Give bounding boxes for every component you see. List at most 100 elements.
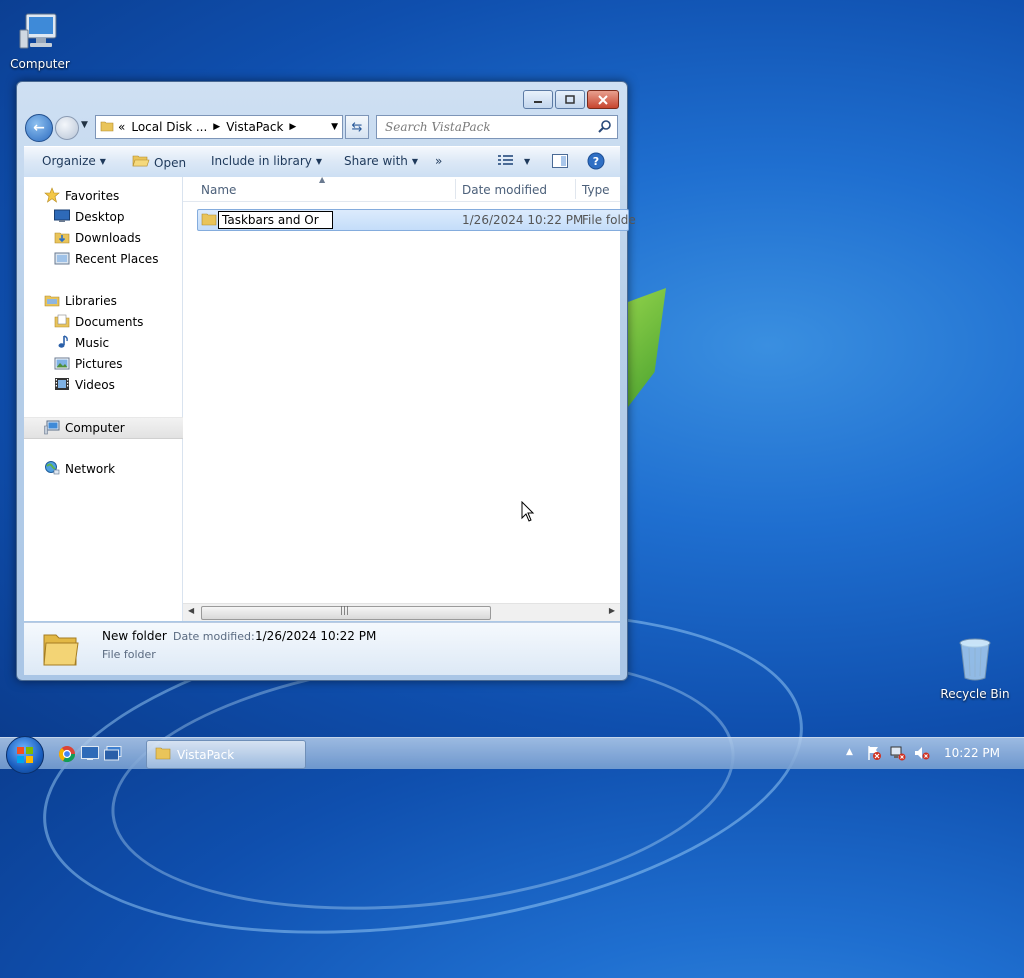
mouse-cursor-icon (521, 501, 535, 522)
column-date-modified[interactable]: Date modified (462, 183, 547, 197)
minimize-button[interactable] (523, 90, 553, 109)
desktop-icon (54, 209, 70, 226)
dropdown-caret-icon: ▼ (99, 156, 106, 166)
svg-text:?: ? (593, 155, 599, 168)
nav-network[interactable]: Network (24, 459, 202, 479)
preview-pane-button[interactable] (552, 154, 568, 171)
search-placeholder: Search VistaPack (385, 120, 491, 134)
nav-computer[interactable]: Computer (24, 417, 202, 439)
details-item-kind: File folder (102, 648, 156, 661)
taskbar: VistaPack ▲ 10:22 PM (0, 736, 1024, 774)
breadcrumb-local-disk[interactable]: Local Disk ... (131, 120, 207, 134)
help-icon: ? (587, 152, 605, 173)
taskbar-item-label: VistaPack (177, 747, 235, 762)
window-body: Favorites Desktop Downloads Recent Place… (24, 175, 636, 621)
details-date-label: Date modified: (173, 630, 255, 643)
search-box[interactable]: Search VistaPack (376, 115, 618, 139)
volume-muted-icon[interactable] (914, 745, 930, 764)
chrome-icon[interactable] (58, 745, 76, 766)
details-pane: New folder Date modified: 1/26/2024 10:2… (24, 622, 620, 675)
nav-videos-label: Videos (75, 378, 115, 392)
column-header-row: ▲ Name Date modified Type (183, 175, 620, 202)
column-type[interactable]: Type (582, 183, 610, 197)
breadcrumb-separator-icon[interactable]: ▶ (289, 122, 296, 132)
forward-button[interactable] (55, 116, 79, 140)
file-list: ▲ Name Date modified Type Taskbars and O… (183, 175, 636, 621)
change-view-button[interactable]: ▼ (498, 154, 530, 169)
switch-windows-icon[interactable] (104, 746, 122, 764)
organize-label: Organize (42, 154, 96, 168)
include-in-library-button[interactable]: Include in library ▼ (211, 154, 322, 168)
more-commands-button[interactable]: » (435, 154, 442, 168)
column-divider[interactable] (455, 179, 456, 199)
nav-favorites[interactable]: Favorites (24, 186, 202, 206)
show-desktop-icon[interactable] (81, 746, 99, 764)
breadcrumb-vistapack[interactable]: VistaPack (226, 120, 283, 134)
back-button[interactable]: ← (25, 114, 53, 142)
minimize-icon (534, 100, 542, 103)
desktop-icon-recycle-bin[interactable]: Recycle Bin (935, 636, 1015, 701)
nav-desktop-label: Desktop (75, 210, 125, 224)
command-bar: Organize ▼ Open Include in library ▼ Sha… (24, 146, 620, 178)
search-icon[interactable] (598, 119, 612, 136)
network-status-icon[interactable] (890, 745, 906, 764)
column-name[interactable]: Name (201, 183, 236, 197)
grip-icon: ||| (340, 606, 350, 616)
nav-downloads-label: Downloads (75, 231, 141, 245)
star-icon (44, 186, 60, 206)
organize-button[interactable]: Organize ▼ (42, 154, 106, 168)
horizontal-scrollbar[interactable]: ◀ ||| ▶ (183, 603, 620, 621)
nav-network-label: Network (65, 462, 116, 476)
taskbar-item-vistapack[interactable]: VistaPack (146, 740, 306, 769)
nav-music-label: Music (75, 336, 110, 350)
address-dropdown-icon[interactable]: ▼ (331, 122, 338, 132)
film-strip-icon (54, 376, 70, 395)
help-button[interactable]: ? (587, 152, 605, 173)
network-globe-icon (44, 460, 60, 479)
start-button[interactable] (6, 736, 44, 774)
folder-icon (201, 212, 217, 229)
rename-input[interactable]: Taskbars and Or (218, 211, 333, 229)
open-button[interactable]: Open (132, 154, 186, 171)
share-label: Share with (344, 154, 408, 168)
dropdown-caret-icon[interactable]: ▼ (524, 157, 530, 166)
file-date: 1/26/2024 10:22 PM (462, 213, 584, 227)
action-center-icon[interactable] (866, 745, 882, 764)
downloads-folder-icon (54, 229, 70, 248)
scroll-left-icon[interactable]: ◀ (188, 606, 194, 615)
file-row[interactable]: Taskbars and Or 1/26/2024 10:22 PM File … (197, 209, 636, 231)
navigation-bar: ← ▼ « Local Disk ... ▶ VistaPack ▶ ▼ ⇆ S… (25, 114, 619, 142)
breadcrumb-separator-icon[interactable]: ▶ (213, 122, 220, 132)
desktop-icon-label: Computer (10, 57, 70, 71)
close-button[interactable] (587, 90, 619, 109)
scrollbar-thumb[interactable]: ||| (201, 606, 491, 620)
include-label: Include in library (211, 154, 312, 168)
address-overflow[interactable]: « (118, 120, 125, 134)
close-icon (598, 94, 608, 105)
wallpaper-logo-fragment (628, 288, 666, 407)
nav-pictures-label: Pictures (75, 357, 123, 371)
address-bar[interactable]: « Local Disk ... ▶ VistaPack ▶ ▼ (95, 115, 343, 139)
scroll-right-icon[interactable]: ▶ (609, 606, 615, 615)
nav-documents-label: Documents (75, 315, 144, 329)
computer-icon (0, 10, 80, 55)
large-folder-icon (42, 629, 80, 672)
desktop-icon-computer[interactable]: Computer (0, 10, 80, 71)
caption-buttons (523, 90, 619, 109)
dropdown-caret-icon: ▼ (315, 156, 323, 166)
recent-pages-dropdown[interactable]: ▼ (81, 120, 88, 130)
recycle-bin-icon (935, 636, 1015, 685)
folder-icon (155, 745, 171, 764)
view-details-icon (498, 154, 514, 169)
pictures-icon (54, 355, 70, 374)
system-clock[interactable]: 10:22 PM (944, 746, 1000, 760)
maximize-button[interactable] (555, 90, 585, 109)
nav-recent-places-label: Recent Places (75, 252, 159, 266)
sort-ascending-icon: ▲ (319, 175, 326, 184)
share-with-button[interactable]: Share with ▼ (344, 154, 418, 168)
nav-libraries[interactable]: Libraries (24, 291, 202, 311)
column-divider[interactable] (575, 179, 576, 199)
show-hidden-icons-icon[interactable]: ▲ (846, 747, 853, 757)
refresh-button[interactable]: ⇆ (345, 115, 369, 139)
desktop-icon-label: Recycle Bin (940, 687, 1010, 701)
